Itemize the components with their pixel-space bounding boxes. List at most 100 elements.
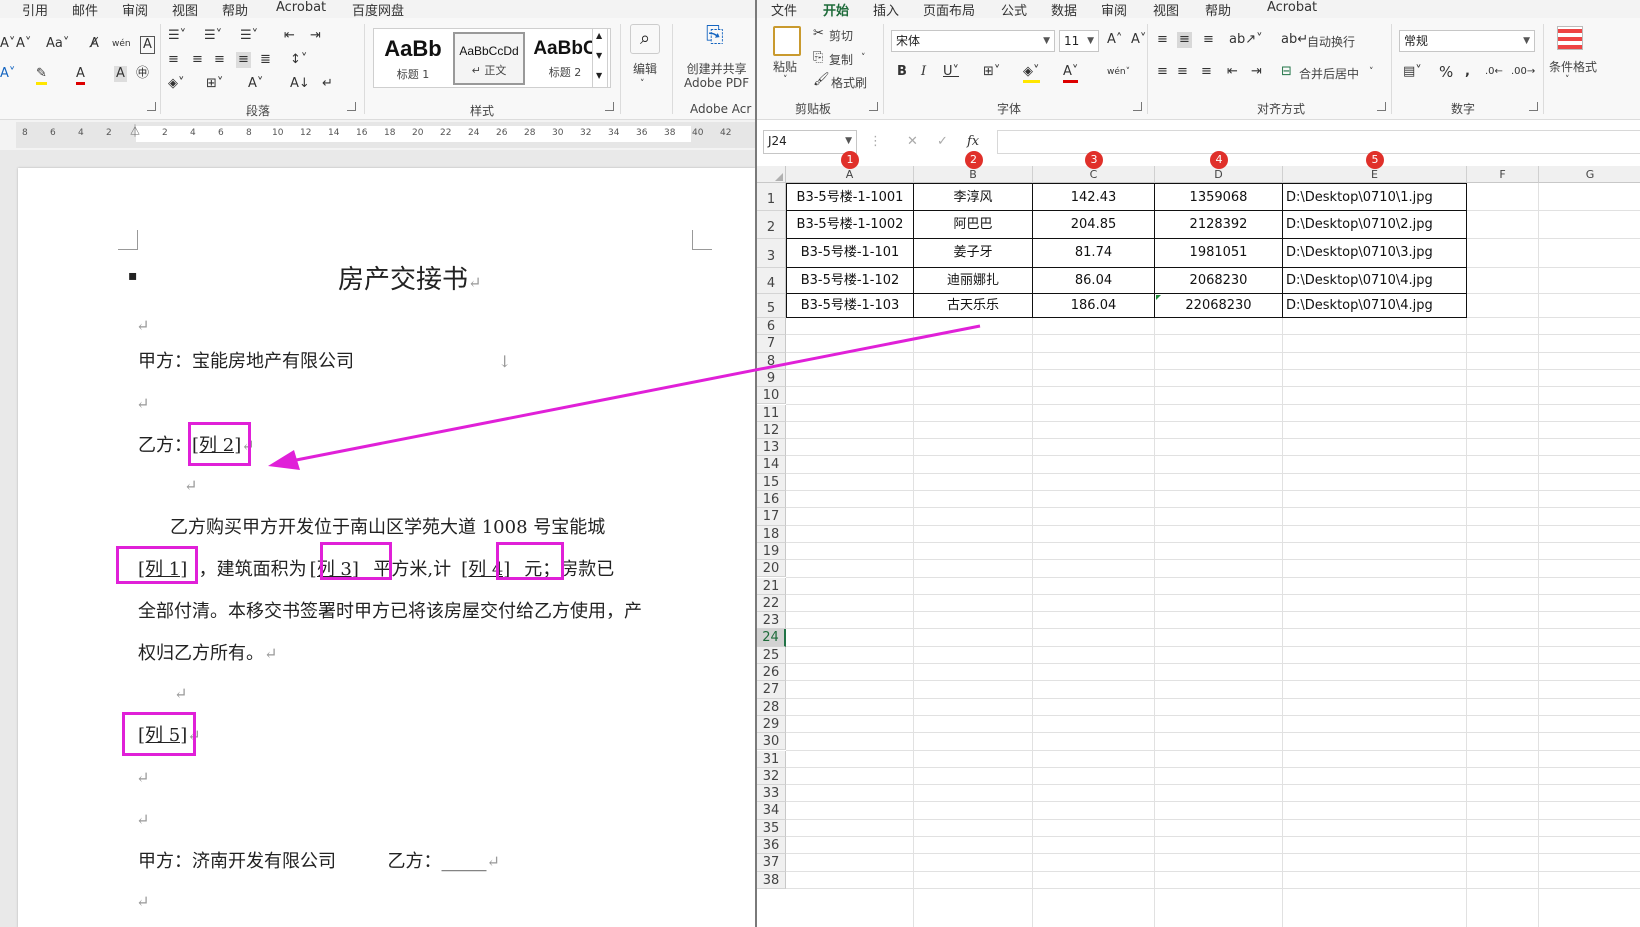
row-header-36[interactable]: 36 [757,837,786,855]
merge-center-button[interactable]: 合并后居中 [1299,65,1359,82]
conditional-format-icon[interactable] [1557,26,1583,50]
table-cell[interactable]: 81.74 [1033,239,1155,268]
copy-button[interactable]: 复制 [829,51,853,68]
styles-launcher-icon[interactable] [605,102,614,111]
distributed-icon[interactable]: ≣ [260,52,271,68]
italic-icon[interactable]: I [921,64,926,80]
search-icon[interactable]: ⌕ [630,24,660,54]
line-spacing-icon[interactable]: ↕˅ [290,52,307,68]
font-launcher-icon[interactable] [147,102,156,111]
font-shrink-icon[interactable]: A˅ [16,36,31,52]
table-cell[interactable]: 古天乐乐 [914,294,1033,318]
numbering-icon[interactable]: ☰˅ [204,28,222,44]
decrease-decimal-icon[interactable]: .00→ [1511,64,1535,80]
borders-icon[interactable]: ⊞˅ [206,76,223,92]
align-left-icon[interactable]: ≡ [1157,64,1168,80]
row-header-32[interactable]: 32 [757,767,786,786]
excel-tab-file[interactable]: 文件 [771,0,797,19]
cut-icon[interactable]: ✂ [813,26,824,42]
edit-label[interactable]: 编辑 [633,60,657,77]
chevron-down-icon[interactable]: ▼ [845,131,852,151]
excel-tab-data[interactable]: 数据 [1051,0,1077,19]
row-header-37[interactable]: 37 [757,854,786,872]
column-header-f[interactable]: F [1467,166,1539,183]
table-cell[interactable]: 迪丽娜扎 [914,268,1033,294]
align-left-icon[interactable]: ≡ [168,52,179,68]
excel-tab-page-layout[interactable]: 页面布局 [923,0,975,19]
excel-tab-review[interactable]: 审阅 [1101,0,1127,19]
chevron-down-icon[interactable]: ▼ [1087,31,1094,51]
row-header-33[interactable]: 33 [757,785,786,803]
word-tab-baidu[interactable]: 百度网盘 [352,0,404,19]
row-header-17[interactable]: 17 [757,508,786,526]
row-header-20[interactable]: 20 [757,560,786,578]
merge-center-icon[interactable]: ⊟ [1281,64,1292,80]
table-cell[interactable]: 204.85 [1033,211,1155,239]
table-cell[interactable]: D:\Desktop\0710\2.jpg [1283,211,1467,239]
body-line-4[interactable]: 权归乙方所有。↵ [138,642,277,666]
justify-icon[interactable]: ≡ [236,52,251,68]
font-color-icon[interactable]: A˅ [1063,64,1079,83]
cancel-icon[interactable]: ✕ [907,134,918,150]
row-header-38[interactable]: 38 [757,871,786,889]
phonetic-icon[interactable]: wén˅ [1107,64,1130,80]
decrease-indent-icon[interactable]: ⇤ [284,28,295,44]
font-launcher-icon[interactable] [1133,102,1142,111]
clipboard-launcher-icon[interactable] [869,102,878,111]
char-shading-icon[interactable]: A [114,66,127,82]
style-heading2[interactable]: AaBbC 标题 2 [529,32,601,85]
table-cell[interactable]: D:\Desktop\0710\1.jpg [1283,183,1467,211]
row-header-10[interactable]: 10 [757,387,786,405]
name-box[interactable]: J24 ▼ [763,130,857,154]
font-size-select[interactable]: 11 ▼ [1059,30,1099,52]
row-header-12[interactable]: 12 [757,421,786,440]
row-header-4[interactable]: 4 [757,268,786,294]
align-middle-icon[interactable]: ≡ [1177,32,1192,48]
wrap-text-icon[interactable]: ab↵ [1281,32,1308,48]
row-header-1[interactable]: 1 [757,183,786,211]
align-center-icon[interactable]: ≡ [1177,64,1188,80]
chevron-down-icon[interactable]: ˅ [861,50,866,66]
indent-marker-icon[interactable]: ⏃ [129,122,141,139]
row-header-27[interactable]: 27 [757,681,786,699]
chevron-down-icon[interactable]: ˅ [640,76,645,92]
clear-format-icon[interactable]: A̸ [90,36,99,52]
table-cell[interactable]: D:\Desktop\0710\4.jpg [1283,268,1467,294]
signature-line[interactable]: 甲方：济南开发有限公司 乙方：_____↵ [138,850,500,874]
font-color-icon[interactable]: A [76,66,85,85]
style-normal[interactable]: AaBbCcDd ↵ 正文 [453,32,525,85]
row-header-6[interactable]: 6 [757,318,786,336]
table-cell[interactable]: 1981051 [1155,239,1283,268]
format-painter-button[interactable]: 格式刷 [831,74,867,91]
format-painter-icon[interactable]: 🖌 [813,72,830,88]
table-cell[interactable]: B3-5号楼-1-1001 [786,183,914,211]
body-line-3[interactable]: 全部付清。本移交书签署时甲方已将该房屋交付给乙方使用，产 [138,600,642,624]
row-header-30[interactable]: 30 [757,733,786,751]
table-cell[interactable]: 142.43 [1033,183,1155,211]
row-header-14[interactable]: 14 [757,456,786,474]
word-tab-references[interactable]: 引用 [22,0,48,19]
table-cell[interactable]: 姜子牙 [914,239,1033,268]
chevron-down-icon[interactable]: ▼ [1043,31,1050,51]
increase-decimal-icon[interactable]: .0← [1485,64,1503,80]
excel-tab-acrobat[interactable]: Acrobat [1267,0,1317,15]
accounting-format-icon[interactable]: ▤˅ [1403,64,1422,80]
show-marks-icon[interactable]: ↵ [322,76,333,92]
style-heading1[interactable]: AaBb 标题 1 [377,32,449,85]
horizontal-ruler[interactable]: 8 6 4 2 ⏃ 2 4 6 8 10 12 14 16 18 20 22 2… [16,122,755,148]
table-cell[interactable]: 2128392 [1155,211,1283,239]
excel-tab-help[interactable]: 帮助 [1205,0,1231,19]
font-grow-icon[interactable]: A˅ [0,36,15,52]
conditional-format-button[interactable]: 条件格式 [1549,58,1597,75]
decrease-indent-icon[interactable]: ⇤ [1227,64,1238,80]
chevron-up-icon[interactable]: ▲ [596,31,602,40]
word-tab-view[interactable]: 视图 [172,0,198,19]
excel-tab-insert[interactable]: 插入 [873,0,899,19]
increase-indent-icon[interactable]: ⇥ [1251,64,1262,80]
table-cell[interactable]: 86.04 [1033,268,1155,294]
chevron-down-icon[interactable]: ▼ [1523,31,1530,51]
align-right-icon[interactable]: ≡ [1201,64,1212,80]
align-top-icon[interactable]: ≡ [1157,32,1168,48]
shading-icon[interactable]: ◈˅ [168,76,185,92]
underline-icon[interactable]: U˅ [943,64,959,80]
